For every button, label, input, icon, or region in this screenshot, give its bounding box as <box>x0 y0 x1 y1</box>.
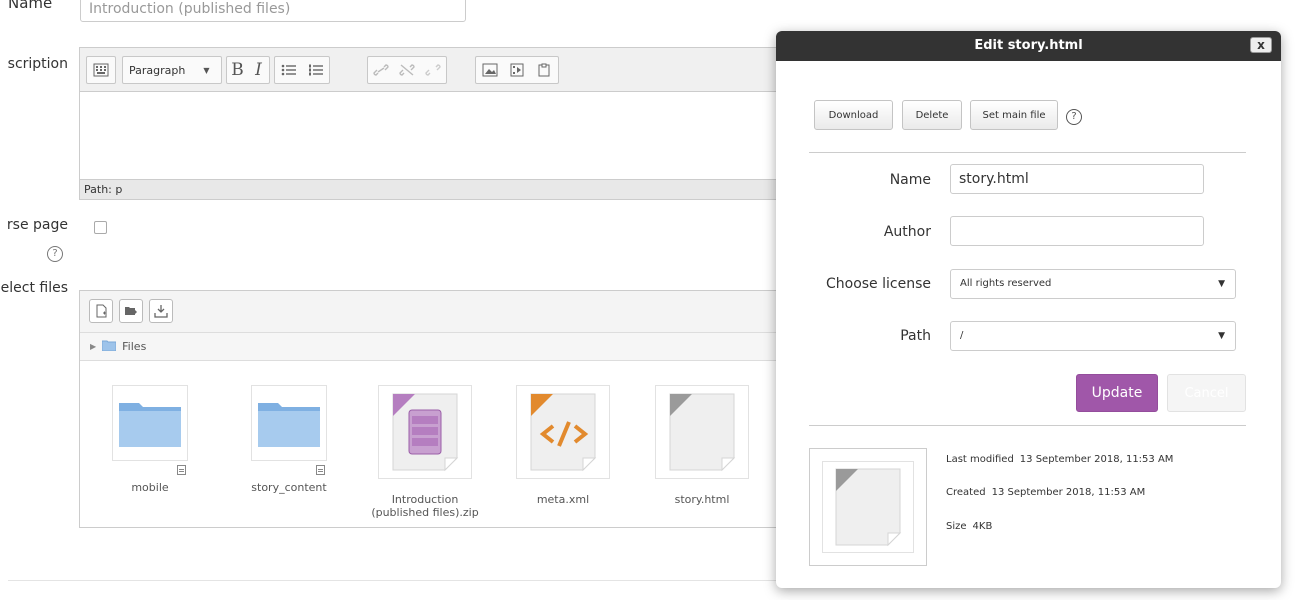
file-path-breadcrumb[interactable]: ▶ Files <box>80 333 798 361</box>
path-field-label: Path <box>900 328 931 344</box>
close-icon[interactable]: x <box>1250 37 1272 53</box>
meta-label: Last modified <box>946 454 1014 465</box>
course-page-checkbox[interactable] <box>94 221 107 234</box>
cancel-button[interactable]: Cancel <box>1167 374 1246 412</box>
unlink-icon[interactable] <box>396 58 418 82</box>
file-item-label: story.html <box>674 493 730 506</box>
meta-value: 13 September 2018, 11:53 AM <box>991 487 1146 498</box>
editor-content-area[interactable] <box>80 92 798 180</box>
meta-size: Size 4KB <box>946 521 992 532</box>
bullet-list-icon[interactable] <box>277 58 300 82</box>
expand-triangle-icon: ▶ <box>90 342 97 351</box>
meta-label: Created <box>946 487 986 498</box>
info-icon <box>177 465 186 475</box>
file-manager-toolbar <box>80 291 798 333</box>
paragraph-select[interactable]: Paragraph ▼ <box>122 56 222 84</box>
generic-file-icon <box>822 461 914 553</box>
xml-file-icon <box>516 385 610 479</box>
help-icon[interactable]: ? <box>1066 109 1082 125</box>
path-select[interactable]: / ▼ <box>950 321 1236 351</box>
file-item-zip[interactable]: Introduction (published files).zip <box>370 385 480 519</box>
folder-icon <box>251 385 327 475</box>
name-field-label: Name <box>889 172 931 188</box>
add-file-icon[interactable] <box>89 299 113 323</box>
set-main-file-button[interactable]: Set main file <box>970 100 1058 130</box>
file-item-label: Introduction (published files).zip <box>371 493 479 519</box>
license-select-value: All rights reserved <box>960 278 1052 289</box>
delete-button[interactable]: Delete <box>902 100 962 130</box>
meta-created: Created 13 September 2018, 11:53 AM <box>946 487 1145 498</box>
create-folder-icon[interactable] <box>119 299 143 323</box>
file-item-story-content[interactable]: story_content <box>234 385 344 494</box>
description-editor: Paragraph ▼ B I Path: p <box>79 47 799 200</box>
author-field-label: Author <box>883 224 931 240</box>
keyboard-icon[interactable] <box>89 58 113 82</box>
file-item-story-html[interactable]: story.html <box>647 385 757 506</box>
generic-file-icon <box>655 385 749 479</box>
image-icon[interactable] <box>478 58 501 82</box>
path-label: Files <box>122 340 147 353</box>
anchor-link-icon[interactable] <box>422 58 444 82</box>
dialog-title: Edit story.html <box>776 31 1281 61</box>
italic-button[interactable]: I <box>250 58 267 82</box>
paste-icon[interactable] <box>533 58 556 82</box>
file-item-label: meta.xml <box>536 493 590 506</box>
chevron-down-icon: ▼ <box>1218 279 1225 289</box>
info-icon <box>316 465 325 475</box>
numbered-list-icon[interactable] <box>304 58 327 82</box>
link-group <box>367 56 447 84</box>
link-icon[interactable] <box>370 58 392 82</box>
file-item-label: mobile <box>131 481 169 494</box>
insert-group <box>475 56 559 84</box>
divider <box>809 425 1246 426</box>
help-icon[interactable]: ? <box>47 246 63 262</box>
select-files-label: elect files <box>0 280 68 296</box>
meta-value: 13 September 2018, 11:53 AM <box>1019 454 1174 465</box>
toolbar-toggle-group <box>86 56 116 84</box>
bold-button[interactable]: B <box>229 58 246 82</box>
file-preview <box>809 448 927 566</box>
paragraph-select-label: Paragraph <box>129 63 186 77</box>
chevron-down-icon: ▼ <box>1218 331 1225 341</box>
file-item-mobile[interactable]: mobile <box>95 385 205 494</box>
folder-icon <box>112 385 188 475</box>
media-icon[interactable] <box>505 58 528 82</box>
zip-file-icon <box>378 385 472 479</box>
update-button[interactable]: Update <box>1076 374 1158 412</box>
file-item-meta-xml[interactable]: meta.xml <box>508 385 618 506</box>
path-select-value: / <box>960 330 964 341</box>
name-input[interactable]: Introduction (published files) <box>80 0 466 22</box>
license-select[interactable]: All rights reserved ▼ <box>950 269 1236 299</box>
divider <box>8 580 778 581</box>
editor-path: Path: p <box>80 179 798 199</box>
editor-toolbar: Paragraph ▼ B I <box>80 48 798 92</box>
folder-icon <box>101 340 117 354</box>
author-field[interactable] <box>950 216 1204 246</box>
license-field-label: Choose license <box>825 276 931 292</box>
download-button[interactable]: Download <box>814 100 893 130</box>
download-all-icon[interactable] <box>149 299 173 323</box>
name-label: Name <box>8 0 53 12</box>
list-group <box>274 56 330 84</box>
file-manager: ▶ Files mobile story_content Introductio… <box>79 290 799 528</box>
meta-last-modified: Last modified 13 September 2018, 11:53 AM <box>946 454 1173 465</box>
description-label: scription <box>7 56 68 72</box>
file-item-label: story_content <box>251 481 327 494</box>
format-group: B I <box>226 56 270 84</box>
meta-label: Size <box>946 521 967 532</box>
chevron-down-icon: ▼ <box>203 65 210 75</box>
divider <box>809 152 1246 153</box>
course-page-label: rse page <box>6 217 68 233</box>
edit-file-dialog: Edit story.html x Download Delete Set ma… <box>776 31 1281 588</box>
meta-value: 4KB <box>972 521 993 532</box>
name-field[interactable]: story.html <box>950 164 1204 194</box>
